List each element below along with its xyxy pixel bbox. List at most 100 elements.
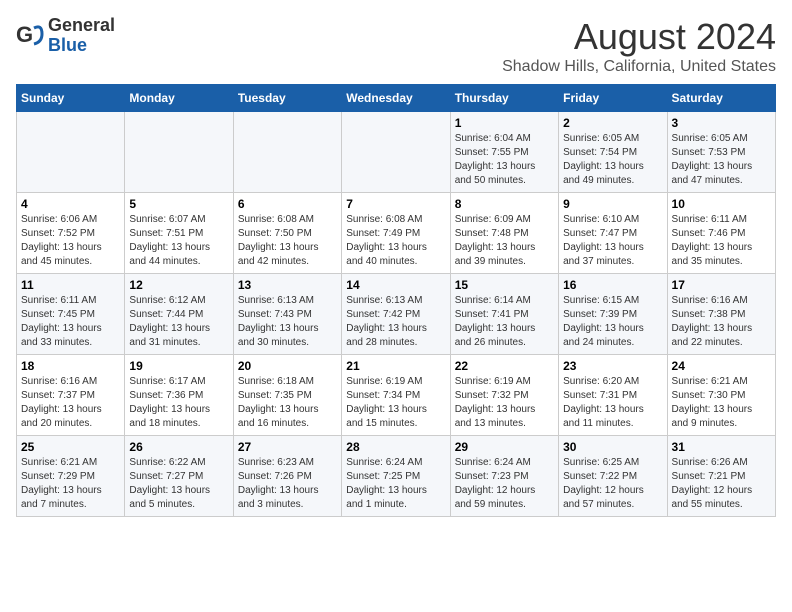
logo-icon: G xyxy=(16,22,44,50)
header-sunday: Sunday xyxy=(17,85,125,112)
day-info: Sunrise: 6:16 AM Sunset: 7:38 PM Dayligh… xyxy=(672,294,771,350)
day-number: 17 xyxy=(672,278,771,292)
logo: G General Blue xyxy=(16,16,115,56)
table-row: 20Sunrise: 6:18 AM Sunset: 7:35 PM Dayli… xyxy=(233,355,341,436)
day-number: 6 xyxy=(238,197,337,211)
table-row: 27 Sunrise: 6:23 AM Sunset: 7:26 PM Dayli… xyxy=(233,436,341,517)
logo-blue: Blue xyxy=(48,35,87,55)
header-monday: Monday xyxy=(125,85,233,112)
table-row xyxy=(125,112,233,193)
day-info: Sunrise: 6:20 AM Sunset: 7:31 PM Dayligh… xyxy=(563,375,662,431)
table-row: 24 Sunrise: 6:21 AM Sunset: 7:30 PM Dayli… xyxy=(667,355,775,436)
day-info: Sunrise: 6:24 AM Sunset: 7:23 PM Dayligh… xyxy=(455,456,554,512)
day-info: Sunrise: 6:08 AM Sunset: 7:50 PM Dayligh… xyxy=(238,213,337,269)
day-info: Sunrise: 6:23 AM Sunset: 7:26 PM Dayligh… xyxy=(238,456,337,512)
day-info: Sunrise: 6:19 AM Sunset: 7:34 PM Dayligh… xyxy=(346,375,445,431)
calendar-week-row: 4 Sunrise: 6:06 AM Sunset: 7:52 PM Daylig… xyxy=(17,193,776,274)
day-info: Sunrise: 6:11 AM Sunset: 7:46 PM Dayligh… xyxy=(672,213,771,269)
day-number: 21 xyxy=(346,359,445,373)
day-number: 2 xyxy=(563,116,662,130)
day-info: Sunrise: 6:07 AM Sunset: 7:51 PM Dayligh… xyxy=(129,213,228,269)
svg-text:G: G xyxy=(16,22,33,47)
table-row: 1 Sunrise: 6:04 AM Sunset: 7:55 PM Daylig… xyxy=(450,112,558,193)
day-info: Sunrise: 6:21 AM Sunset: 7:29 PM Dayligh… xyxy=(21,456,120,512)
day-number: 13 xyxy=(238,278,337,292)
table-row: 28Sunrise: 6:24 AM Sunset: 7:25 PM Dayli… xyxy=(342,436,450,517)
header-friday: Friday xyxy=(559,85,667,112)
day-info: Sunrise: 6:06 AM Sunset: 7:52 PM Dayligh… xyxy=(21,213,120,269)
day-info: Sunrise: 6:18 AM Sunset: 7:35 PM Dayligh… xyxy=(238,375,337,431)
table-row: 12 Sunrise: 6:12 AM Sunset: 7:44 PM Dayli… xyxy=(125,274,233,355)
day-number: 29 xyxy=(455,440,554,454)
day-info: Sunrise: 6:04 AM Sunset: 7:55 PM Dayligh… xyxy=(455,132,554,188)
day-info: Sunrise: 6:08 AM Sunset: 7:49 PM Dayligh… xyxy=(346,213,445,269)
day-info: Sunrise: 6:17 AM Sunset: 7:36 PM Dayligh… xyxy=(129,375,228,431)
day-number: 25 xyxy=(21,440,120,454)
table-row: 25 Sunrise: 6:21 AM Sunset: 7:29 PM Dayli… xyxy=(17,436,125,517)
day-number: 12 xyxy=(129,278,228,292)
day-info: Sunrise: 6:05 AM Sunset: 7:53 PM Dayligh… xyxy=(672,132,771,188)
day-info: Sunrise: 6:26 AM Sunset: 7:21 PM Dayligh… xyxy=(672,456,771,512)
table-row: 11 Sunrise: 6:11 AM Sunset: 7:45 PM Dayli… xyxy=(17,274,125,355)
calendar-week-row: 1 Sunrise: 6:04 AM Sunset: 7:55 PM Daylig… xyxy=(17,112,776,193)
day-number: 5 xyxy=(129,197,228,211)
calendar-week-row: 18Sunrise: 6:16 AM Sunset: 7:37 PM Dayli… xyxy=(17,355,776,436)
table-row: 18Sunrise: 6:16 AM Sunset: 7:37 PM Dayli… xyxy=(17,355,125,436)
day-info: Sunrise: 6:22 AM Sunset: 7:27 PM Dayligh… xyxy=(129,456,228,512)
day-number: 27 xyxy=(238,440,337,454)
day-number: 22 xyxy=(455,359,554,373)
day-info: Sunrise: 6:15 AM Sunset: 7:39 PM Dayligh… xyxy=(563,294,662,350)
day-number: 30 xyxy=(563,440,662,454)
day-info: Sunrise: 6:13 AM Sunset: 7:43 PM Dayligh… xyxy=(238,294,337,350)
day-info: Sunrise: 6:11 AM Sunset: 7:45 PM Dayligh… xyxy=(21,294,120,350)
table-row: 16 Sunrise: 6:15 AM Sunset: 7:39 PM Dayli… xyxy=(559,274,667,355)
day-number: 9 xyxy=(563,197,662,211)
header-saturday: Saturday xyxy=(667,85,775,112)
table-row: 23 Sunrise: 6:20 AM Sunset: 7:31 PM Dayli… xyxy=(559,355,667,436)
day-number: 11 xyxy=(21,278,120,292)
day-number: 15 xyxy=(455,278,554,292)
logo-text: General Blue xyxy=(48,16,115,56)
day-number: 31 xyxy=(672,440,771,454)
table-row: 9Sunrise: 6:10 AM Sunset: 7:47 PM Daylig… xyxy=(559,193,667,274)
table-row: 15 Sunrise: 6:14 AM Sunset: 7:41 PM Dayli… xyxy=(450,274,558,355)
day-number: 24 xyxy=(672,359,771,373)
table-row xyxy=(17,112,125,193)
table-row: 29 Sunrise: 6:24 AM Sunset: 7:23 PM Dayli… xyxy=(450,436,558,517)
table-row: 7 Sunrise: 6:08 AM Sunset: 7:49 PM Daylig… xyxy=(342,193,450,274)
day-number: 23 xyxy=(563,359,662,373)
day-number: 19 xyxy=(129,359,228,373)
day-info: Sunrise: 6:21 AM Sunset: 7:30 PM Dayligh… xyxy=(672,375,771,431)
day-number: 18 xyxy=(21,359,120,373)
day-number: 1 xyxy=(455,116,554,130)
day-number: 14 xyxy=(346,278,445,292)
header-tuesday: Tuesday xyxy=(233,85,341,112)
day-number: 16 xyxy=(563,278,662,292)
header-thursday: Thursday xyxy=(450,85,558,112)
table-row: 6 Sunrise: 6:08 AM Sunset: 7:50 PM Daylig… xyxy=(233,193,341,274)
day-number: 26 xyxy=(129,440,228,454)
table-row: 10 Sunrise: 6:11 AM Sunset: 7:46 PM Dayli… xyxy=(667,193,775,274)
day-info: Sunrise: 6:25 AM Sunset: 7:22 PM Dayligh… xyxy=(563,456,662,512)
day-info: Sunrise: 6:12 AM Sunset: 7:44 PM Dayligh… xyxy=(129,294,228,350)
day-number: 3 xyxy=(672,116,771,130)
header-wednesday: Wednesday xyxy=(342,85,450,112)
day-number: 4 xyxy=(21,197,120,211)
table-row: 26 Sunrise: 6:22 AM Sunset: 7:27 PM Dayli… xyxy=(125,436,233,517)
page-header: G General Blue August 2024 Shadow Hills,… xyxy=(16,16,776,76)
calendar-header-row: Sunday Monday Tuesday Wednesday Thursday… xyxy=(17,85,776,112)
table-row: 8Sunrise: 6:09 AM Sunset: 7:48 PM Daylig… xyxy=(450,193,558,274)
logo-general: General xyxy=(48,15,115,35)
table-row: 2Sunrise: 6:05 AM Sunset: 7:54 PM Daylig… xyxy=(559,112,667,193)
day-number: 10 xyxy=(672,197,771,211)
calendar-week-row: 11 Sunrise: 6:11 AM Sunset: 7:45 PM Dayli… xyxy=(17,274,776,355)
table-row: 5 Sunrise: 6:07 AM Sunset: 7:51 PM Daylig… xyxy=(125,193,233,274)
day-number: 7 xyxy=(346,197,445,211)
table-row: 17 Sunrise: 6:16 AM Sunset: 7:38 PM Dayli… xyxy=(667,274,775,355)
day-number: 8 xyxy=(455,197,554,211)
day-info: Sunrise: 6:19 AM Sunset: 7:32 PM Dayligh… xyxy=(455,375,554,431)
day-info: Sunrise: 6:14 AM Sunset: 7:41 PM Dayligh… xyxy=(455,294,554,350)
calendar-table: Sunday Monday Tuesday Wednesday Thursday… xyxy=(16,84,776,517)
table-row: 19 Sunrise: 6:17 AM Sunset: 7:36 PM Dayli… xyxy=(125,355,233,436)
table-row xyxy=(342,112,450,193)
